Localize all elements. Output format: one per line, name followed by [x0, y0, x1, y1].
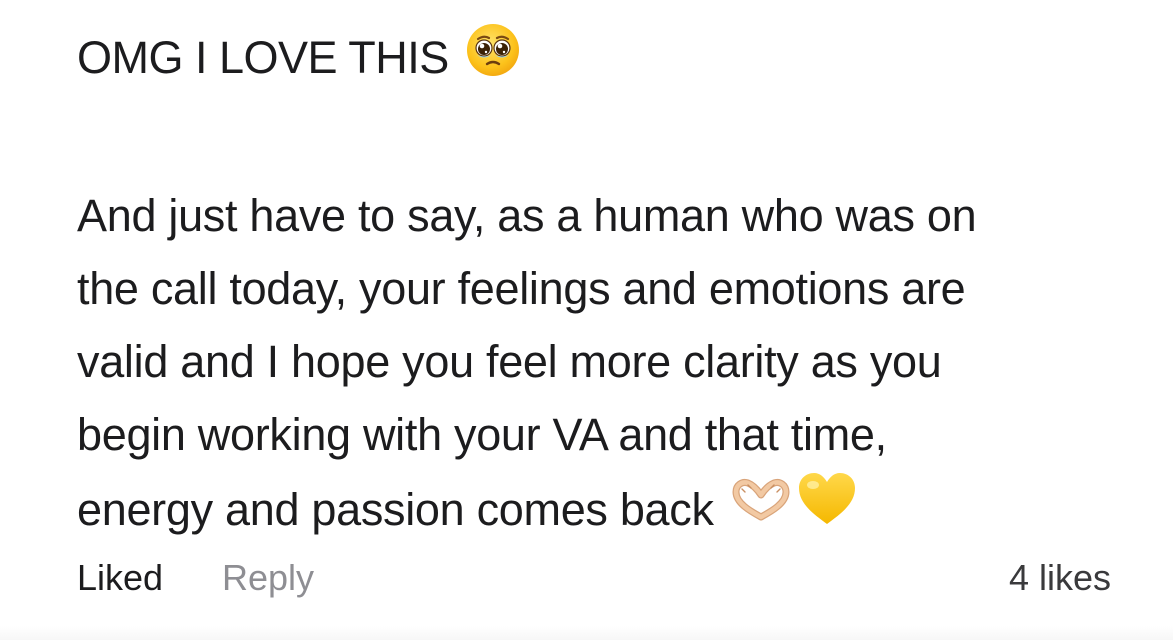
comment-body-line: the call today, your feelings and emotio…: [77, 263, 966, 314]
bottom-divider: [0, 626, 1173, 640]
reply-button[interactable]: Reply: [222, 556, 314, 600]
comment-headline-text: OMG I LOVE THIS: [77, 31, 449, 83]
comment-headline: OMG I LOVE THIS: [77, 22, 1137, 93]
yellow-heart-icon: [796, 471, 858, 548]
comment-body-last-line: energy and passion comes back: [77, 471, 1137, 548]
pleading-face-icon: [465, 22, 521, 93]
comment-body-line: energy and passion comes back: [77, 484, 714, 535]
likes-count[interactable]: 4 likes: [1009, 556, 1111, 600]
comment-body-line: And just have to say, as a human who was…: [77, 190, 977, 241]
heart-hands-icon: [728, 473, 794, 546]
comment-body-line: valid and I hope you feel more clarity a…: [77, 336, 942, 387]
comment-body: And just have to say, as a human who was…: [77, 179, 1137, 548]
comment-actions: Liked Reply 4 likes: [77, 556, 1111, 600]
comment: OMG I LOVE THIS And just have to say, as…: [77, 22, 1137, 548]
comment-body-line: begin working with your VA and that time…: [77, 409, 887, 460]
liked-button[interactable]: Liked: [77, 556, 163, 600]
